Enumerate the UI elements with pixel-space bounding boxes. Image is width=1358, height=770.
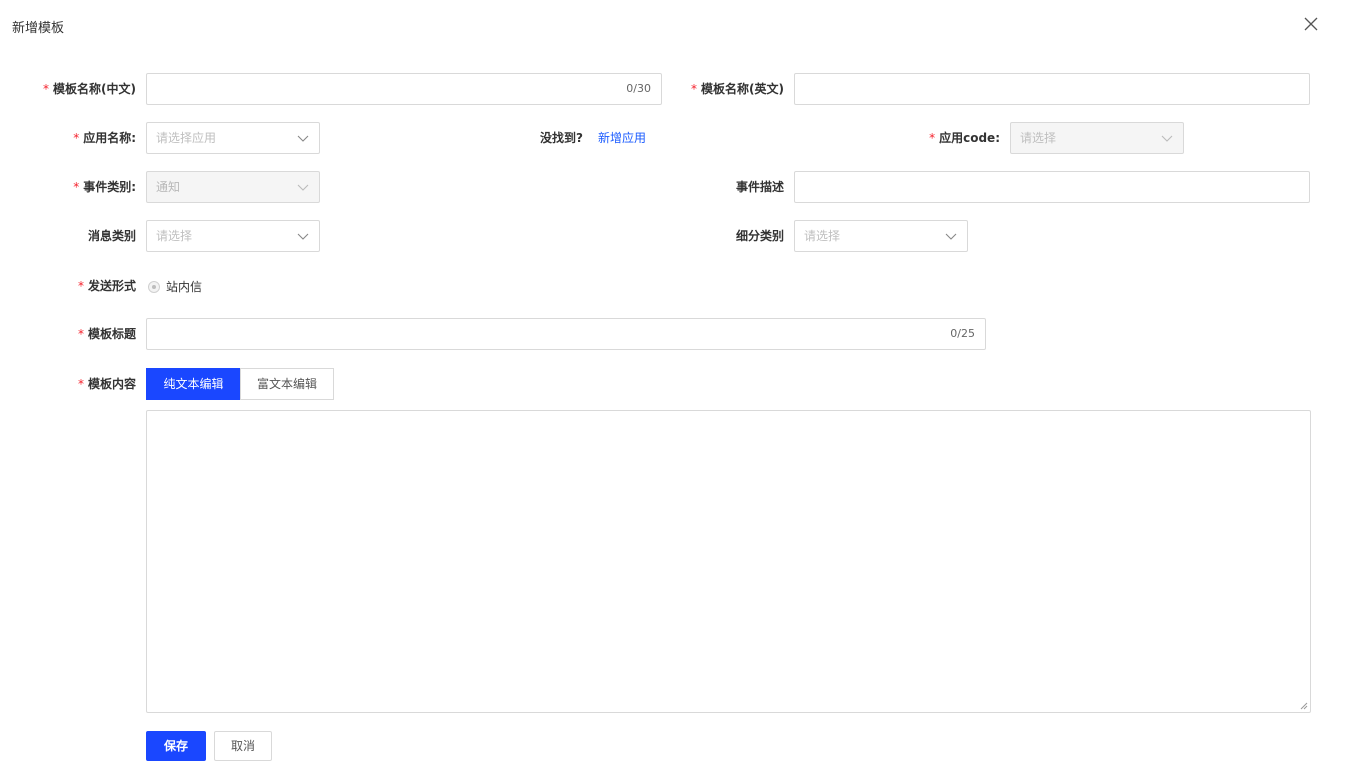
event-type-select[interactable]: 通知 — [146, 171, 320, 203]
event-desc-label: 事件描述 — [735, 180, 784, 194]
name-en-label: * 模板名称(英文) — [691, 82, 784, 96]
chevron-down-icon — [297, 135, 309, 142]
msg-type-select[interactable]: 请选择 — [146, 220, 320, 252]
name-cn-input[interactable]: 0/30 — [146, 73, 662, 105]
save-button[interactable]: 保存 — [146, 731, 206, 761]
tpl-title-input[interactable]: 0/25 — [146, 318, 986, 350]
add-app-link[interactable]: 新增应用 — [598, 122, 646, 154]
chevron-down-icon — [297, 233, 309, 240]
event-type-label: * 事件类别: — [73, 180, 136, 194]
sub-type-placeholder: 请选择 — [804, 229, 841, 243]
app-code-select[interactable]: 请选择 — [1010, 122, 1184, 154]
chevron-down-icon — [945, 233, 957, 240]
sub-type-label: 细分类别 — [735, 229, 784, 243]
name-en-input[interactable] — [794, 73, 1310, 105]
cancel-button[interactable]: 取消 — [214, 731, 272, 761]
dialog-title: 新增模板 — [12, 21, 65, 36]
chevron-down-icon — [297, 184, 309, 191]
resize-handle-icon[interactable] — [1300, 702, 1308, 710]
tpl-title-counter: 0/25 — [950, 327, 975, 340]
app-code-placeholder: 请选择 — [1020, 131, 1057, 145]
send-form-radio[interactable] — [148, 281, 160, 293]
send-form-label: * 发送形式 — [77, 279, 136, 293]
tpl-title-label: * 模板标题 — [77, 327, 136, 341]
send-form-option-label[interactable]: 站内信 — [166, 271, 202, 303]
name-cn-label: * 模板名称(中文) — [43, 82, 136, 96]
app-name-select[interactable]: 请选择应用 — [146, 122, 320, 154]
close-icon[interactable] — [1300, 13, 1322, 35]
event-desc-input[interactable] — [794, 171, 1310, 203]
chevron-down-icon — [1161, 135, 1173, 142]
event-type-value: 通知 — [156, 180, 181, 194]
msg-type-placeholder: 请选择 — [156, 229, 193, 243]
sub-type-select[interactable]: 请选择 — [794, 220, 968, 252]
app-code-label: * 应用code: — [929, 131, 1000, 145]
tab-rich-text[interactable]: 富文本编辑 — [240, 368, 334, 400]
tpl-content-label: * 模板内容 — [77, 377, 136, 391]
tpl-content-textarea[interactable] — [146, 410, 1311, 713]
name-cn-counter: 0/30 — [626, 82, 651, 95]
app-name-label: * 应用名称: — [73, 131, 136, 145]
tab-plain-text[interactable]: 纯文本编辑 — [146, 368, 241, 400]
not-found-text: 没找到? — [540, 131, 583, 145]
msg-type-label: 消息类别 — [87, 229, 136, 243]
app-name-placeholder: 请选择应用 — [156, 131, 217, 145]
